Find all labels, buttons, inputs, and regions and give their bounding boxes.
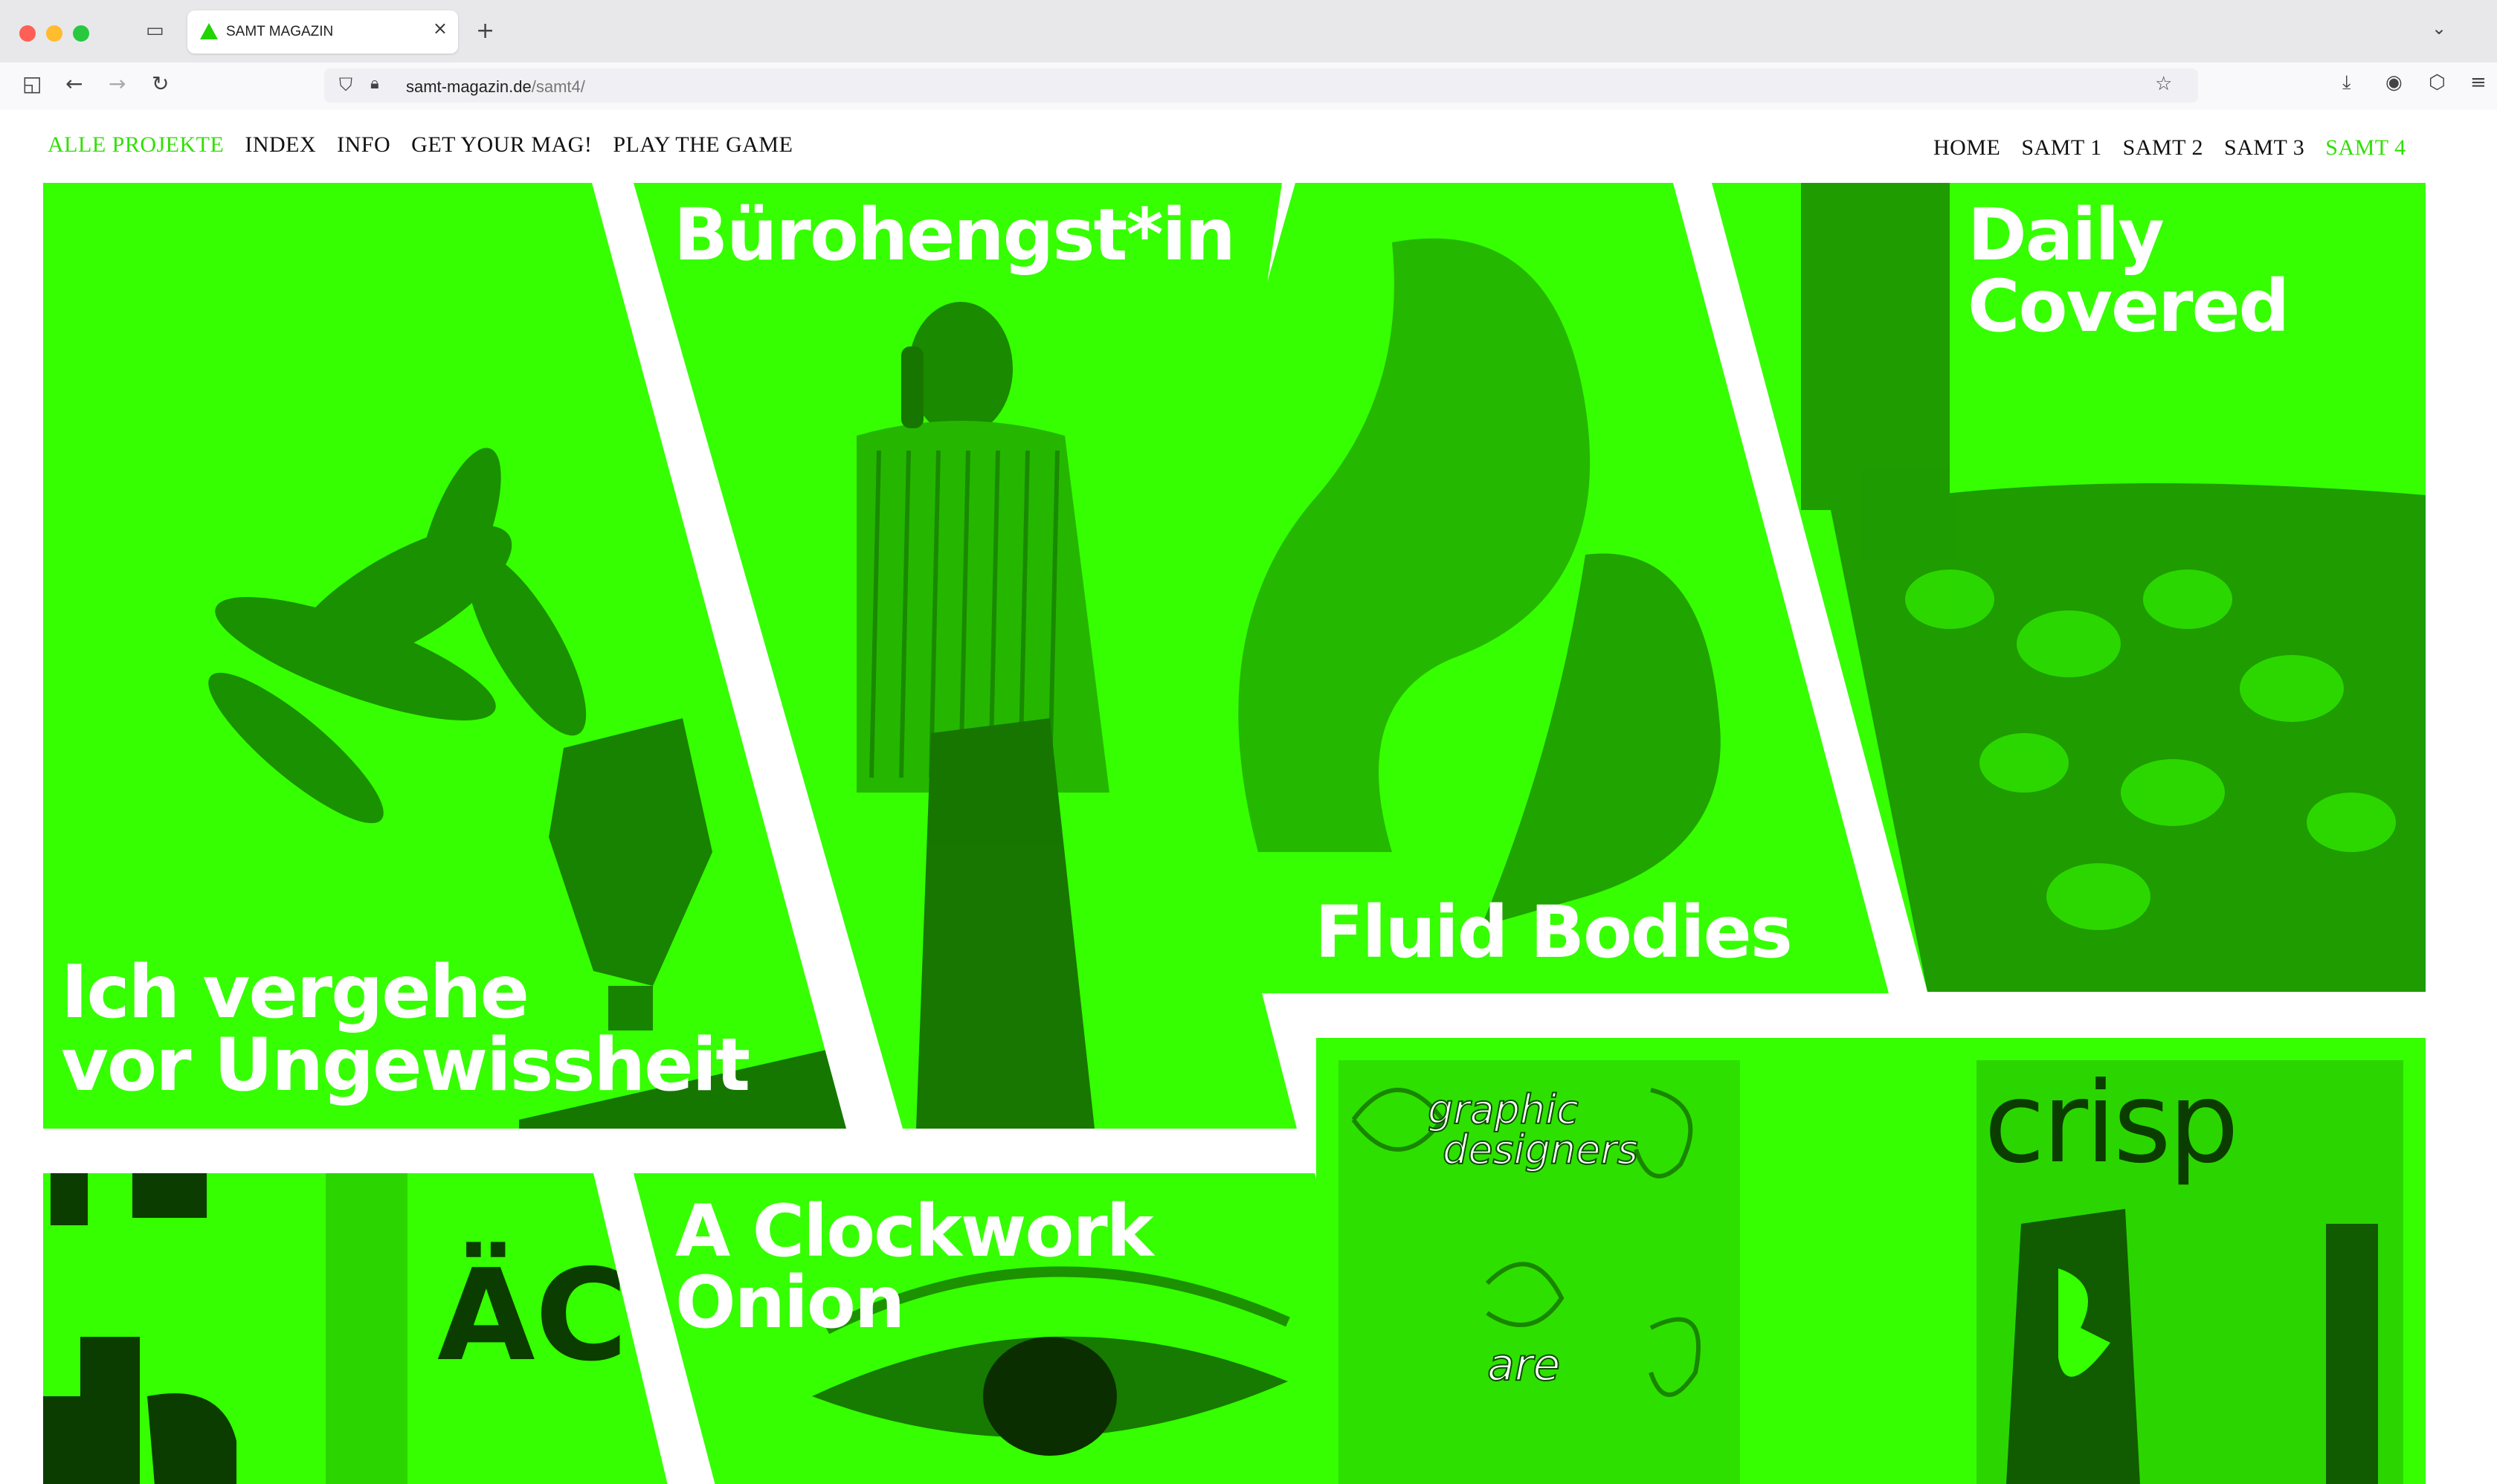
reload-icon[interactable]: ↻ — [152, 71, 169, 96]
back-icon[interactable]: ← — [65, 71, 83, 96]
tile-title-ungewissheit: Ich vergehe vor Ungewissheit — [61, 950, 750, 1108]
nav-get-your-mag[interactable]: GET YOUR MAG! — [411, 132, 592, 157]
menu-icon[interactable]: ≡ — [2470, 71, 2487, 94]
browser-chrome: ▭ SAMT MAGAZIN × + ⌄ ◱ ← → ↻ ⛉ 🔒︎ samt-m… — [0, 0, 2497, 111]
tab-title: SAMT MAGAZIN — [226, 24, 334, 39]
poster-word-are: are — [1486, 1339, 1561, 1391]
tile-title-fluid-bodies: Fluid Bodies — [1315, 891, 1793, 974]
nav-left: ALLE PROJEKTE INDEX INFO GET YOUR MAG! PLAY … — [48, 132, 813, 158]
new-tab-icon[interactable]: + — [476, 18, 494, 44]
project-tile-graphic-designers[interactable]: graphic designers are crisp — [1316, 1038, 2426, 1484]
shield-icon[interactable]: ⛉ — [339, 74, 352, 95]
forward-icon[interactable]: → — [109, 71, 126, 96]
tab-bar: ▭ SAMT MAGAZIN × + ⌄ — [0, 0, 2497, 62]
tab-overview-icon[interactable]: ▭ — [146, 19, 164, 42]
nav-samt-1[interactable]: SAMT 1 — [2021, 135, 2101, 160]
samt-favicon-icon — [200, 23, 218, 39]
close-tab-icon[interactable]: × — [433, 18, 448, 39]
nav-right: HOME SAMT 1 SAMT 2 SAMT 3 SAMT 4 — [1933, 135, 2406, 161]
poster-crisp: crisp — [1976, 1060, 2403, 1484]
tile-title-buerohengst: Bürohengst*in — [674, 193, 1236, 277]
sidebar-icon[interactable]: ◱ — [22, 71, 42, 96]
nav-samt-3[interactable]: SAMT 3 — [2224, 135, 2304, 160]
poster-word-graphic: graphic — [1427, 1086, 1579, 1133]
address-bar[interactable]: ⛉ 🔒︎ samt-magazin.de/samt4/ ☆ — [324, 68, 2198, 103]
tile-title-clockwork-onion: A Clockwork Onion — [675, 1190, 1154, 1344]
svg-text:ÄC: ÄC — [437, 1242, 628, 1390]
project-tile-clockwork-onion[interactable]: A Clockwork Onion — [634, 1173, 1392, 1484]
project-tile-typography[interactable]: ÄC — [43, 1173, 668, 1484]
lock-icon[interactable]: 🔒︎ — [370, 74, 379, 93]
nav-samt-4[interactable]: SAMT 4 — [2325, 135, 2406, 160]
blackletter-shapes-image — [2006, 1209, 2378, 1484]
bookmark-star-icon[interactable]: ☆ — [2155, 73, 2172, 95]
close-window-button[interactable] — [19, 25, 36, 42]
downloads-icon[interactable]: ⤓ — [2342, 71, 2351, 94]
nav-alle-projekte[interactable]: ALLE PROJEKTE — [48, 132, 224, 157]
nav-index[interactable]: INDEX — [245, 132, 316, 157]
poster-graphic-designers: graphic designers are — [1338, 1060, 1740, 1484]
extensions-icon[interactable]: ⬡ — [2429, 71, 2446, 94]
url-path: /samt4/ — [531, 77, 585, 96]
nav-home[interactable]: HOME — [1933, 135, 2000, 160]
tile-title-daily-covered: Daily Covered — [1968, 193, 2290, 348]
url-text[interactable]: samt-magazin.de/samt4/ — [406, 77, 585, 97]
url-domain: samt-magazin.de — [406, 77, 532, 96]
minimize-window-button[interactable] — [46, 25, 62, 42]
tab-samt-magazin[interactable]: SAMT MAGAZIN × — [187, 10, 458, 54]
poster-word-designers: designers — [1442, 1126, 1639, 1173]
nav-samt-2[interactable]: SAMT 2 — [2123, 135, 2203, 160]
account-icon[interactable]: ◉ — [2385, 71, 2403, 94]
toolbar: ◱ ← → ↻ ⛉ 🔒︎ samt-magazin.de/samt4/ ☆ ⤓ … — [0, 62, 2497, 111]
tab-list-chevron-icon[interactable]: ⌄ — [2432, 18, 2446, 39]
web-page: ALLE PROJEKTE INDEX INFO GET YOUR MAG! PLAY … — [0, 110, 2497, 1484]
nav-info[interactable]: INFO — [337, 132, 390, 157]
nav-play-the-game[interactable]: PLAY THE GAME — [613, 132, 793, 157]
zoom-window-button[interactable] — [73, 25, 89, 42]
typography-specimen-image: ÄC — [43, 1173, 668, 1484]
